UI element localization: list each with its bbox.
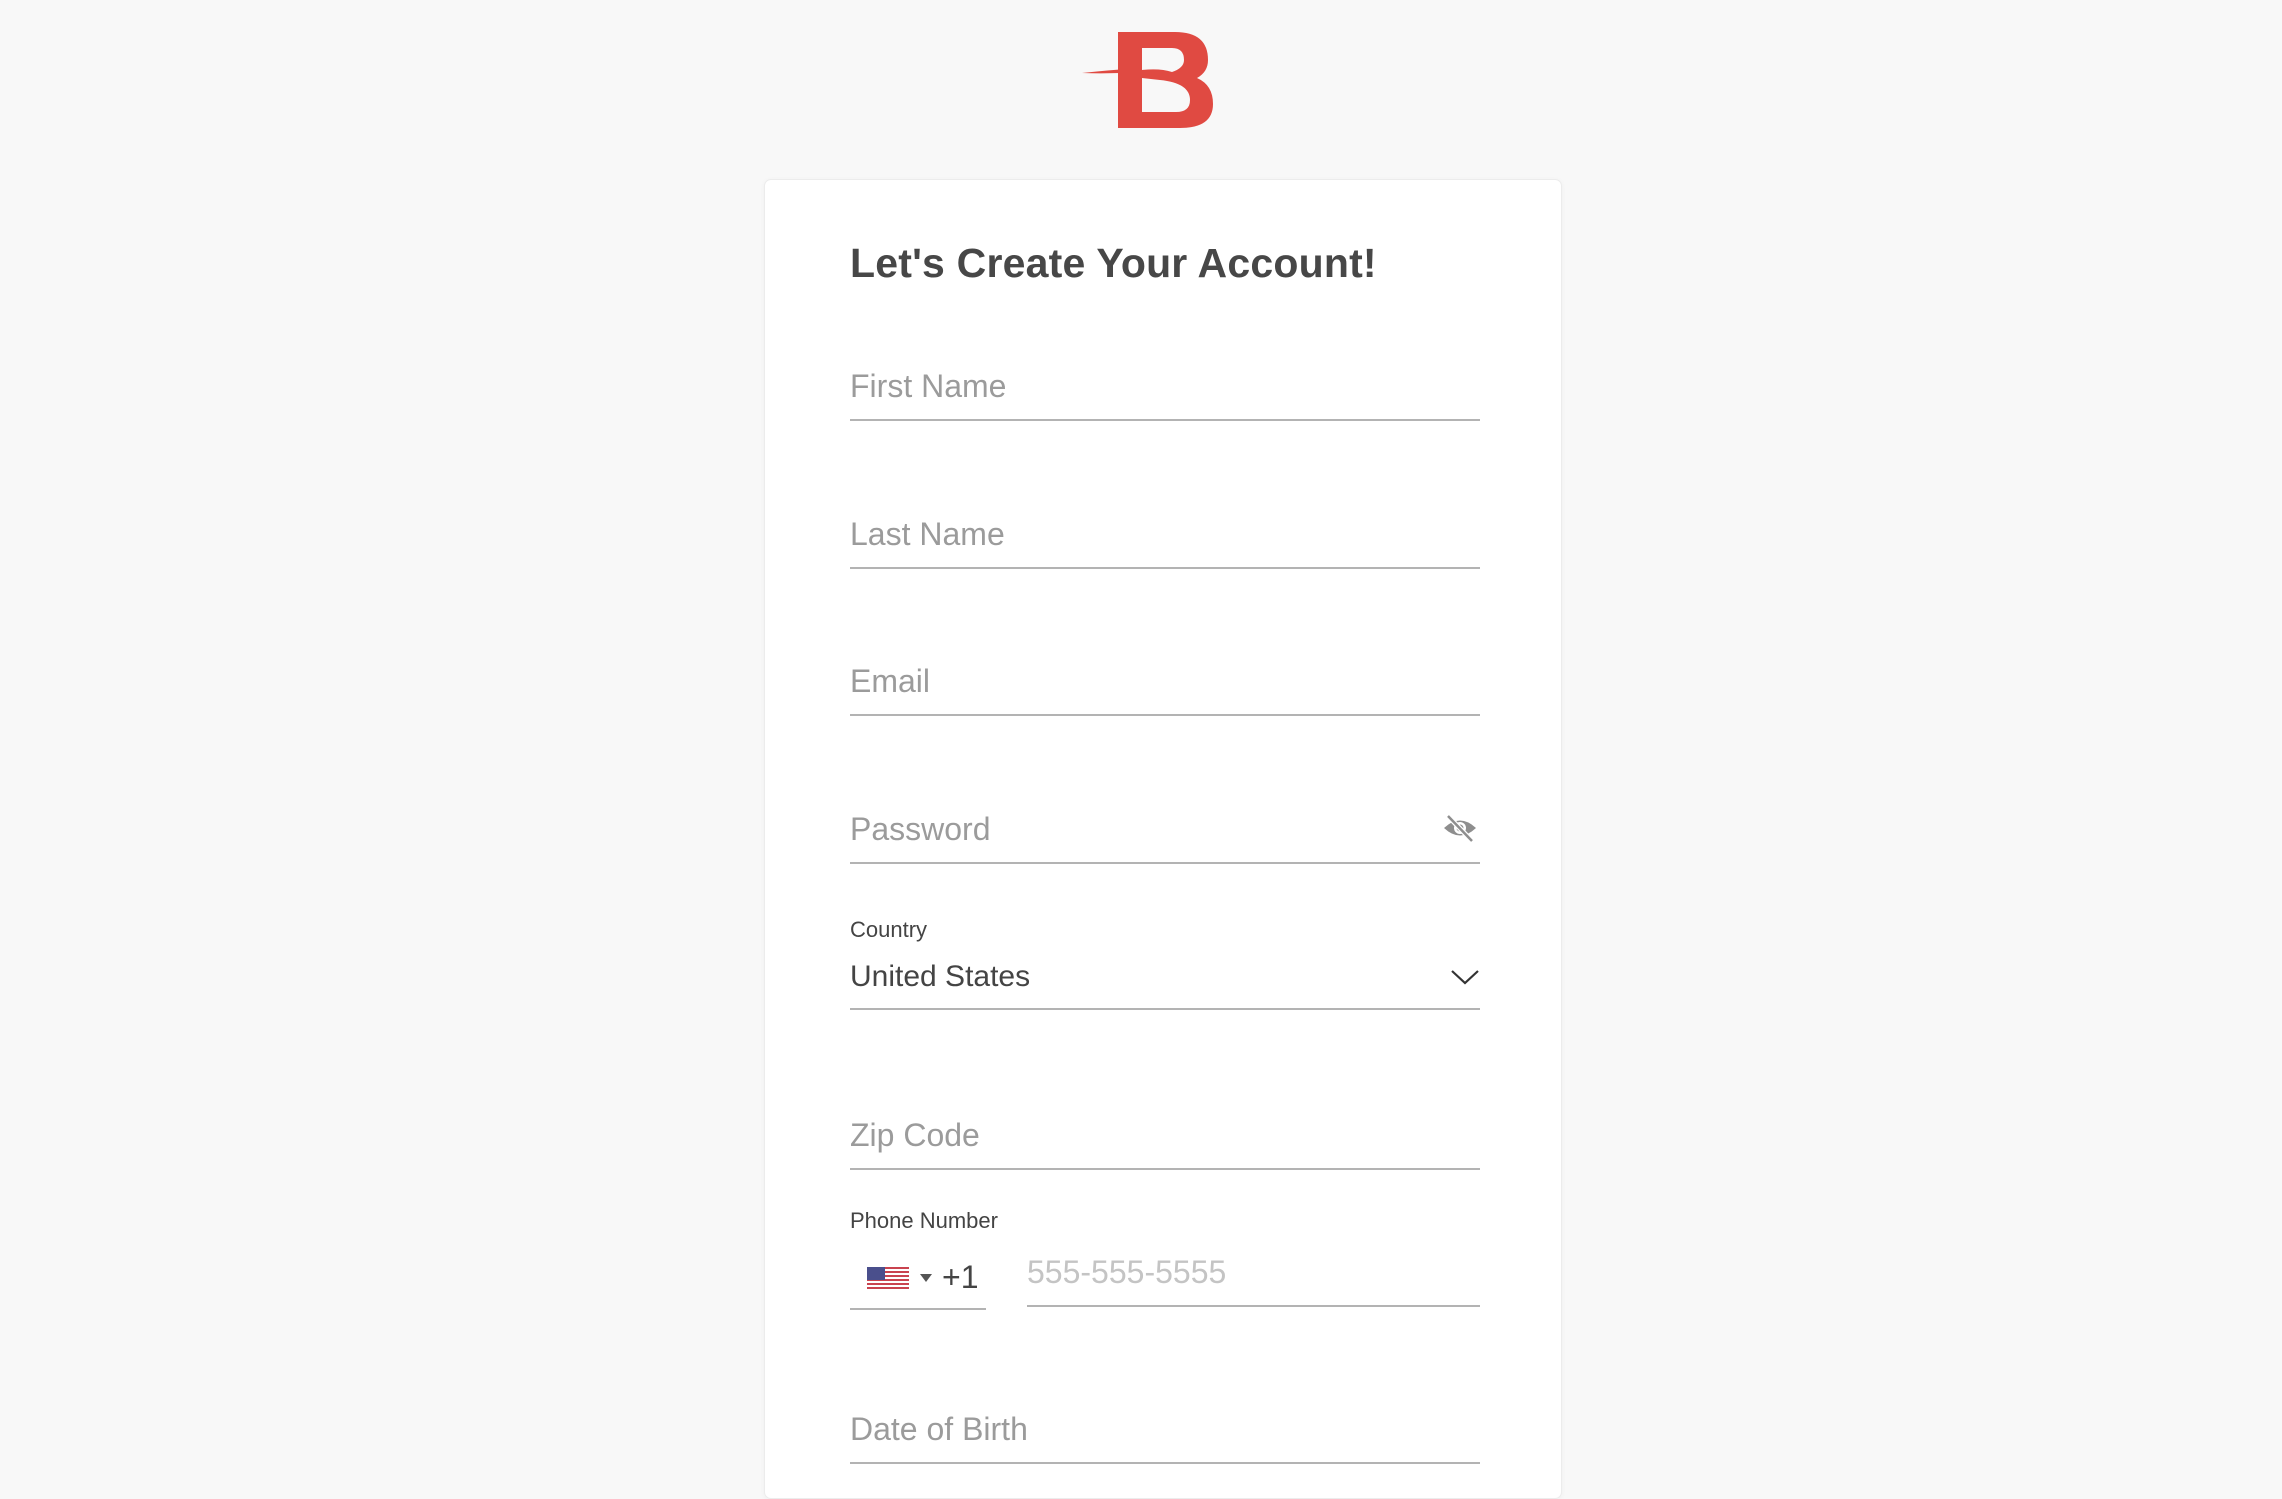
country-select[interactable]: United States bbox=[850, 958, 1480, 1010]
zip-code-field bbox=[850, 1117, 1480, 1170]
password-input[interactable] bbox=[850, 811, 1480, 864]
phone-number-input[interactable] bbox=[1027, 1254, 1480, 1307]
date-of-birth-input[interactable] bbox=[850, 1411, 1480, 1464]
password-field bbox=[850, 811, 1480, 864]
email-input[interactable] bbox=[850, 663, 1480, 716]
country-code-selector[interactable]: +1 bbox=[850, 1250, 986, 1310]
chevron-down-icon bbox=[1451, 970, 1479, 985]
eye-off-icon[interactable] bbox=[1442, 813, 1478, 843]
dial-code: +1 bbox=[942, 1259, 979, 1295]
phone-number-label: Phone Number bbox=[850, 1208, 998, 1233]
first-name-input[interactable] bbox=[850, 368, 1480, 421]
brand-logo bbox=[1082, 32, 1213, 128]
phone-number-field bbox=[1027, 1254, 1480, 1307]
email-field bbox=[850, 663, 1480, 716]
country-value: United States bbox=[850, 960, 1031, 993]
country-label: Country bbox=[850, 917, 928, 942]
first-name-field bbox=[850, 368, 1480, 421]
caret-down-icon bbox=[920, 1274, 932, 1282]
zip-code-input[interactable] bbox=[850, 1117, 1480, 1170]
last-name-input[interactable] bbox=[850, 516, 1480, 569]
signup-card: Let's Create Your Account! Country Unite… bbox=[764, 179, 1562, 1499]
us-flag-icon bbox=[867, 1267, 909, 1291]
page-title: Let's Create Your Account! bbox=[850, 240, 1377, 286]
last-name-field bbox=[850, 516, 1480, 569]
date-of-birth-field bbox=[850, 1411, 1480, 1464]
